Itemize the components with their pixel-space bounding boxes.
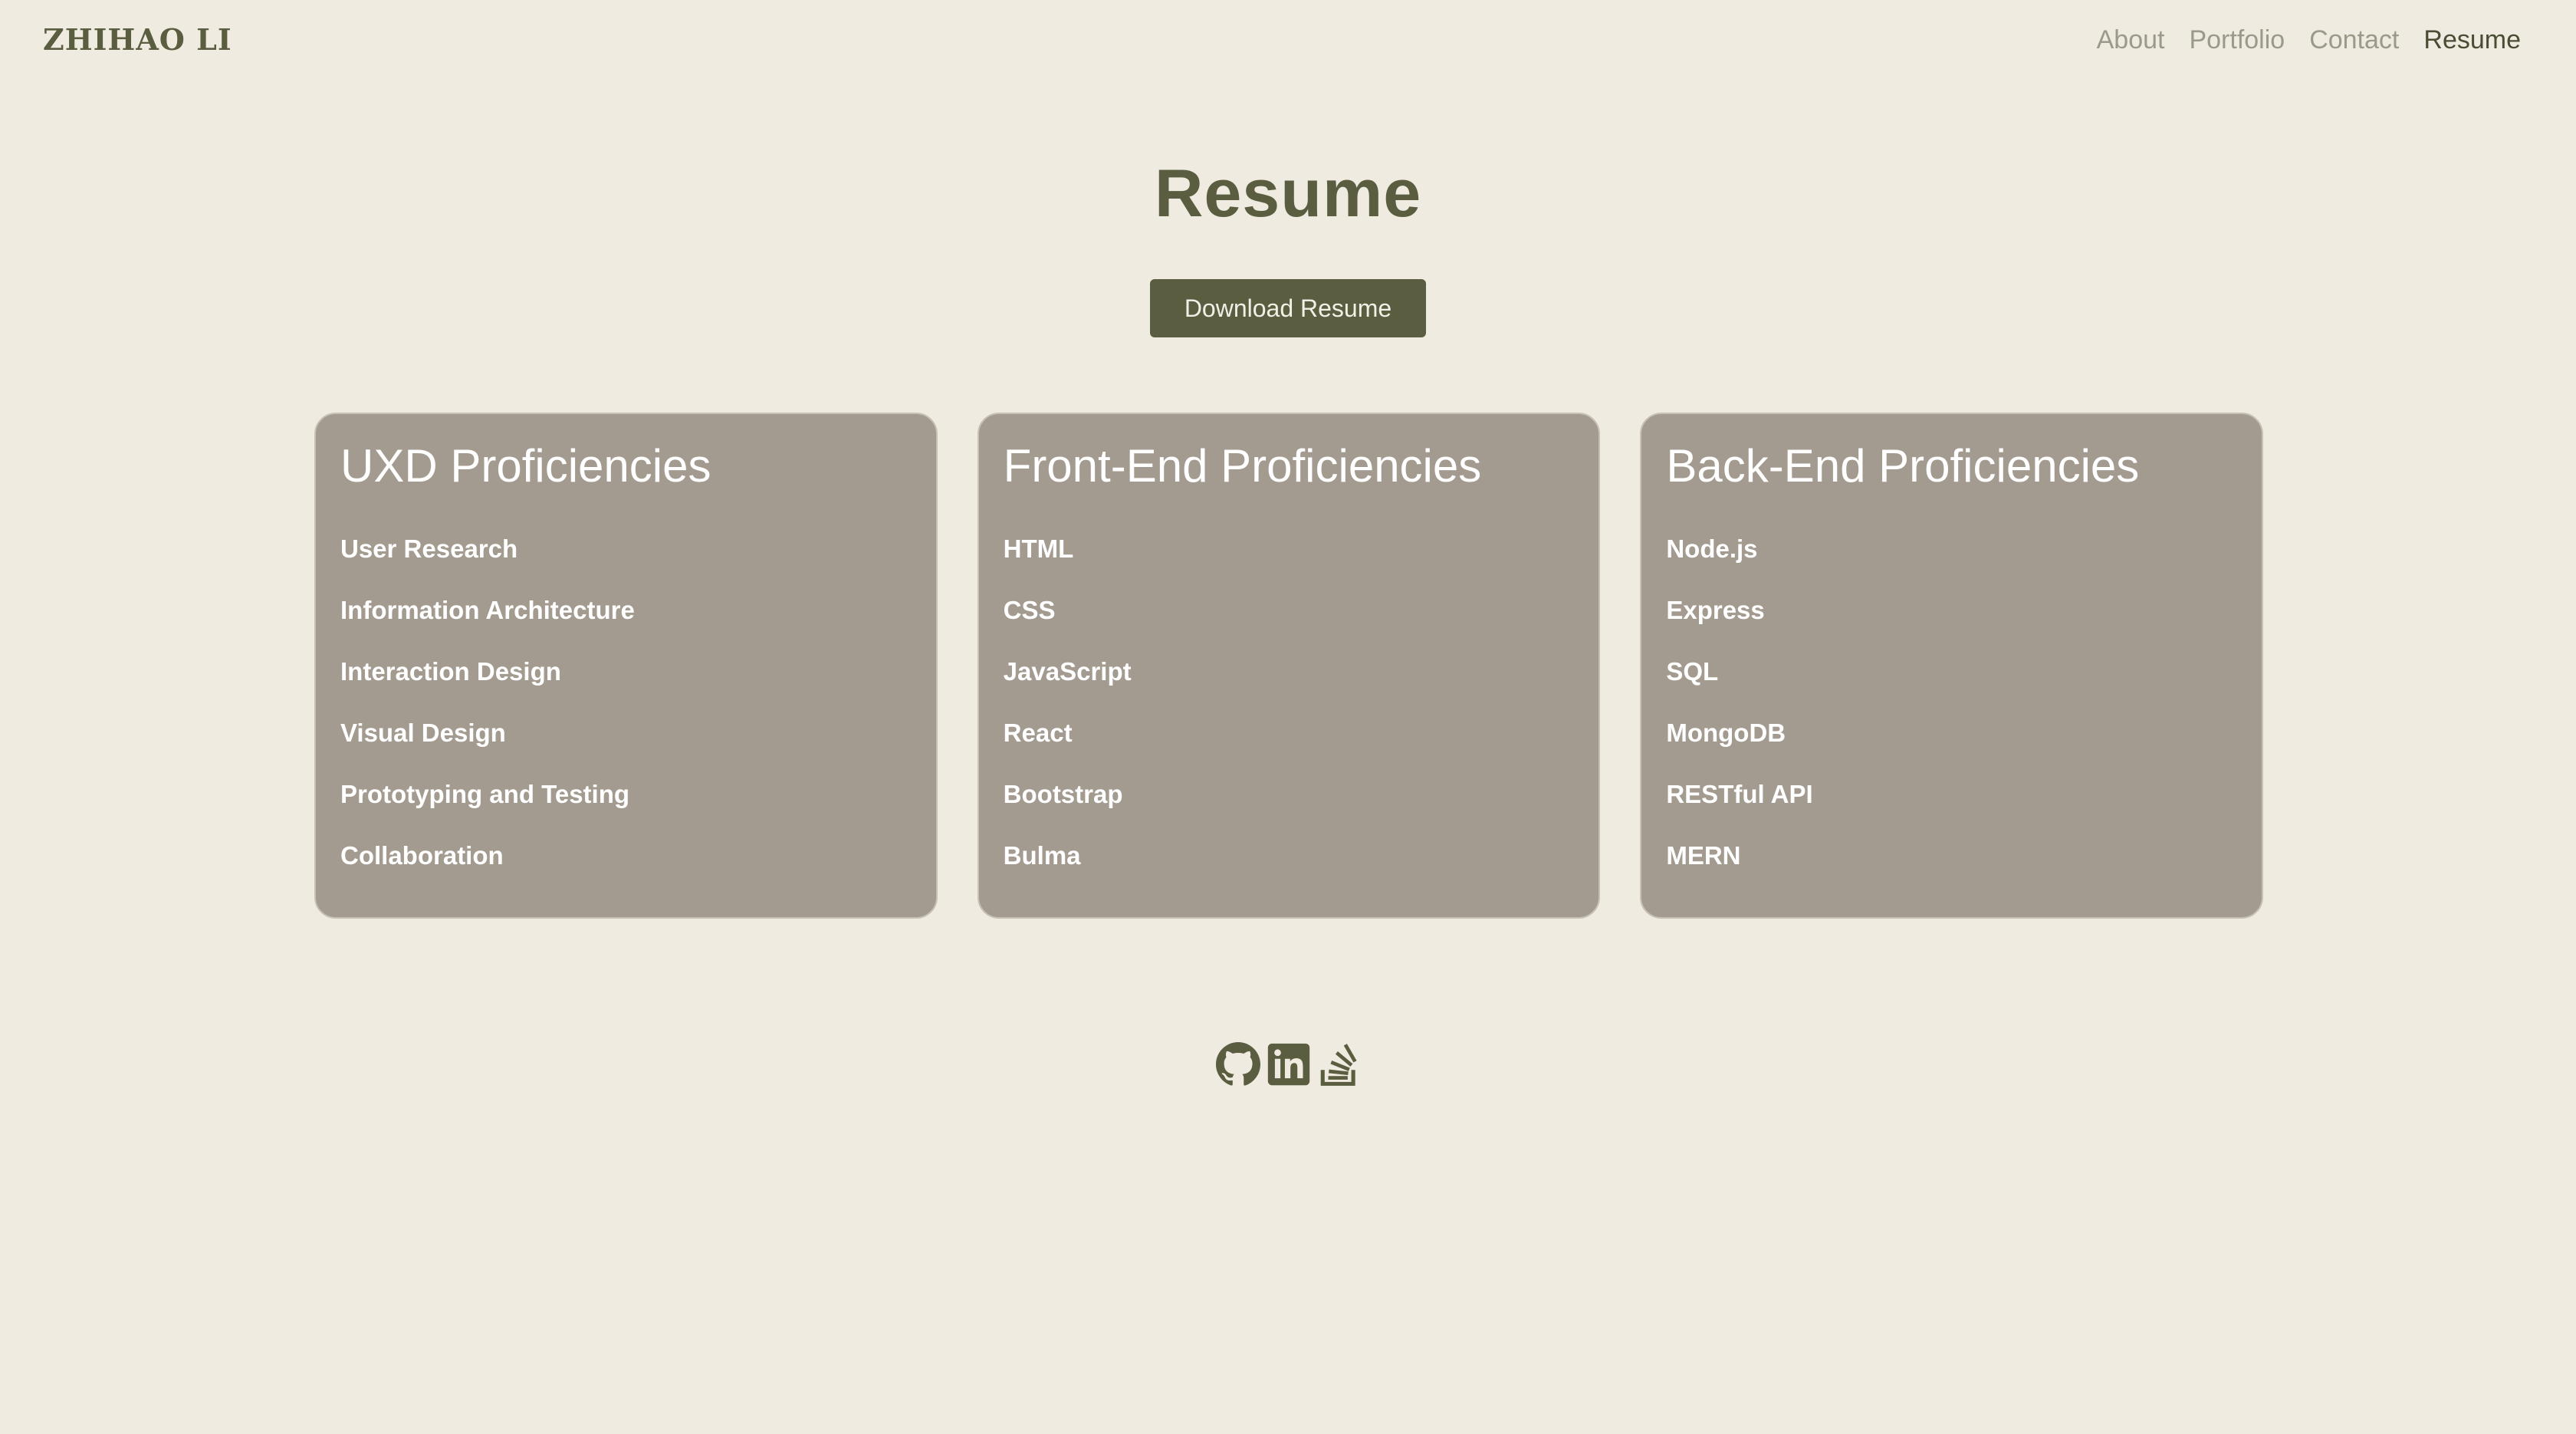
card-title: Front-End Proficiencies [1003, 440, 1482, 492]
list-item: React [1003, 719, 1073, 747]
list-item: Bootstrap [1003, 780, 1123, 808]
github-link[interactable] [1216, 1042, 1260, 1087]
card-title: Back-End Proficiencies [1666, 440, 2140, 492]
card-list: HTML CSS JavaScript React Bootstrap Bulm… [1004, 518, 1575, 886]
list-item: Visual Design [340, 719, 506, 747]
list-item: MERN [1666, 841, 1741, 870]
list-item: Bulma [1003, 841, 1081, 870]
list-item: Express [1666, 596, 1765, 624]
list-item: SQL [1666, 657, 1719, 686]
list-item: MongoDB [1666, 719, 1786, 747]
list-item: User Research [340, 534, 518, 563]
main-nav: About Portfolio Contact Resume [2097, 20, 2521, 60]
stackoverflow-link[interactable] [1317, 1042, 1362, 1087]
nav-portfolio[interactable]: Portfolio [2189, 20, 2285, 60]
card-front-end: Front-End Proficiencies HTML CSS JavaScr… [977, 413, 1601, 919]
proficiency-cards: UXD Proficiencies User Research Informat… [314, 413, 2264, 919]
github-icon [1216, 1042, 1260, 1086]
brand-logo[interactable]: ZHIHAO LI [43, 20, 232, 60]
list-item: Prototyping and Testing [340, 780, 630, 808]
list-item: Interaction Design [340, 657, 561, 686]
nav-contact[interactable]: Contact [2309, 20, 2399, 60]
download-resume-button[interactable]: Download Resume [1150, 279, 1426, 337]
card-title: UXD Proficiencies [340, 440, 711, 492]
stackoverflow-icon [1320, 1044, 1357, 1086]
linkedin-icon [1267, 1043, 1310, 1086]
card-list: Node.js Express SQL MongoDB RESTful API … [1666, 518, 2237, 886]
page-title: Resume [1154, 155, 1422, 231]
list-item: Information Architecture [340, 596, 635, 624]
site-header: ZHIHAO LI About Portfolio Contact Resume [0, 0, 2576, 80]
list-item: Node.js [1666, 534, 1758, 563]
nav-about[interactable]: About [2097, 20, 2165, 60]
nav-resume[interactable]: Resume [2423, 20, 2521, 60]
list-item: CSS [1003, 596, 1056, 624]
list-item: RESTful API [1666, 780, 1813, 808]
card-uxd: UXD Proficiencies User Research Informat… [314, 413, 938, 919]
card-list: User Research Information Architecture I… [340, 518, 912, 886]
social-links [1216, 1040, 1362, 1089]
linkedin-link[interactable] [1267, 1042, 1311, 1087]
list-item: Collaboration [340, 841, 504, 870]
list-item: HTML [1003, 534, 1074, 563]
list-item: JavaScript [1003, 657, 1132, 686]
card-back-end: Back-End Proficiencies Node.js Express S… [1640, 413, 2264, 919]
